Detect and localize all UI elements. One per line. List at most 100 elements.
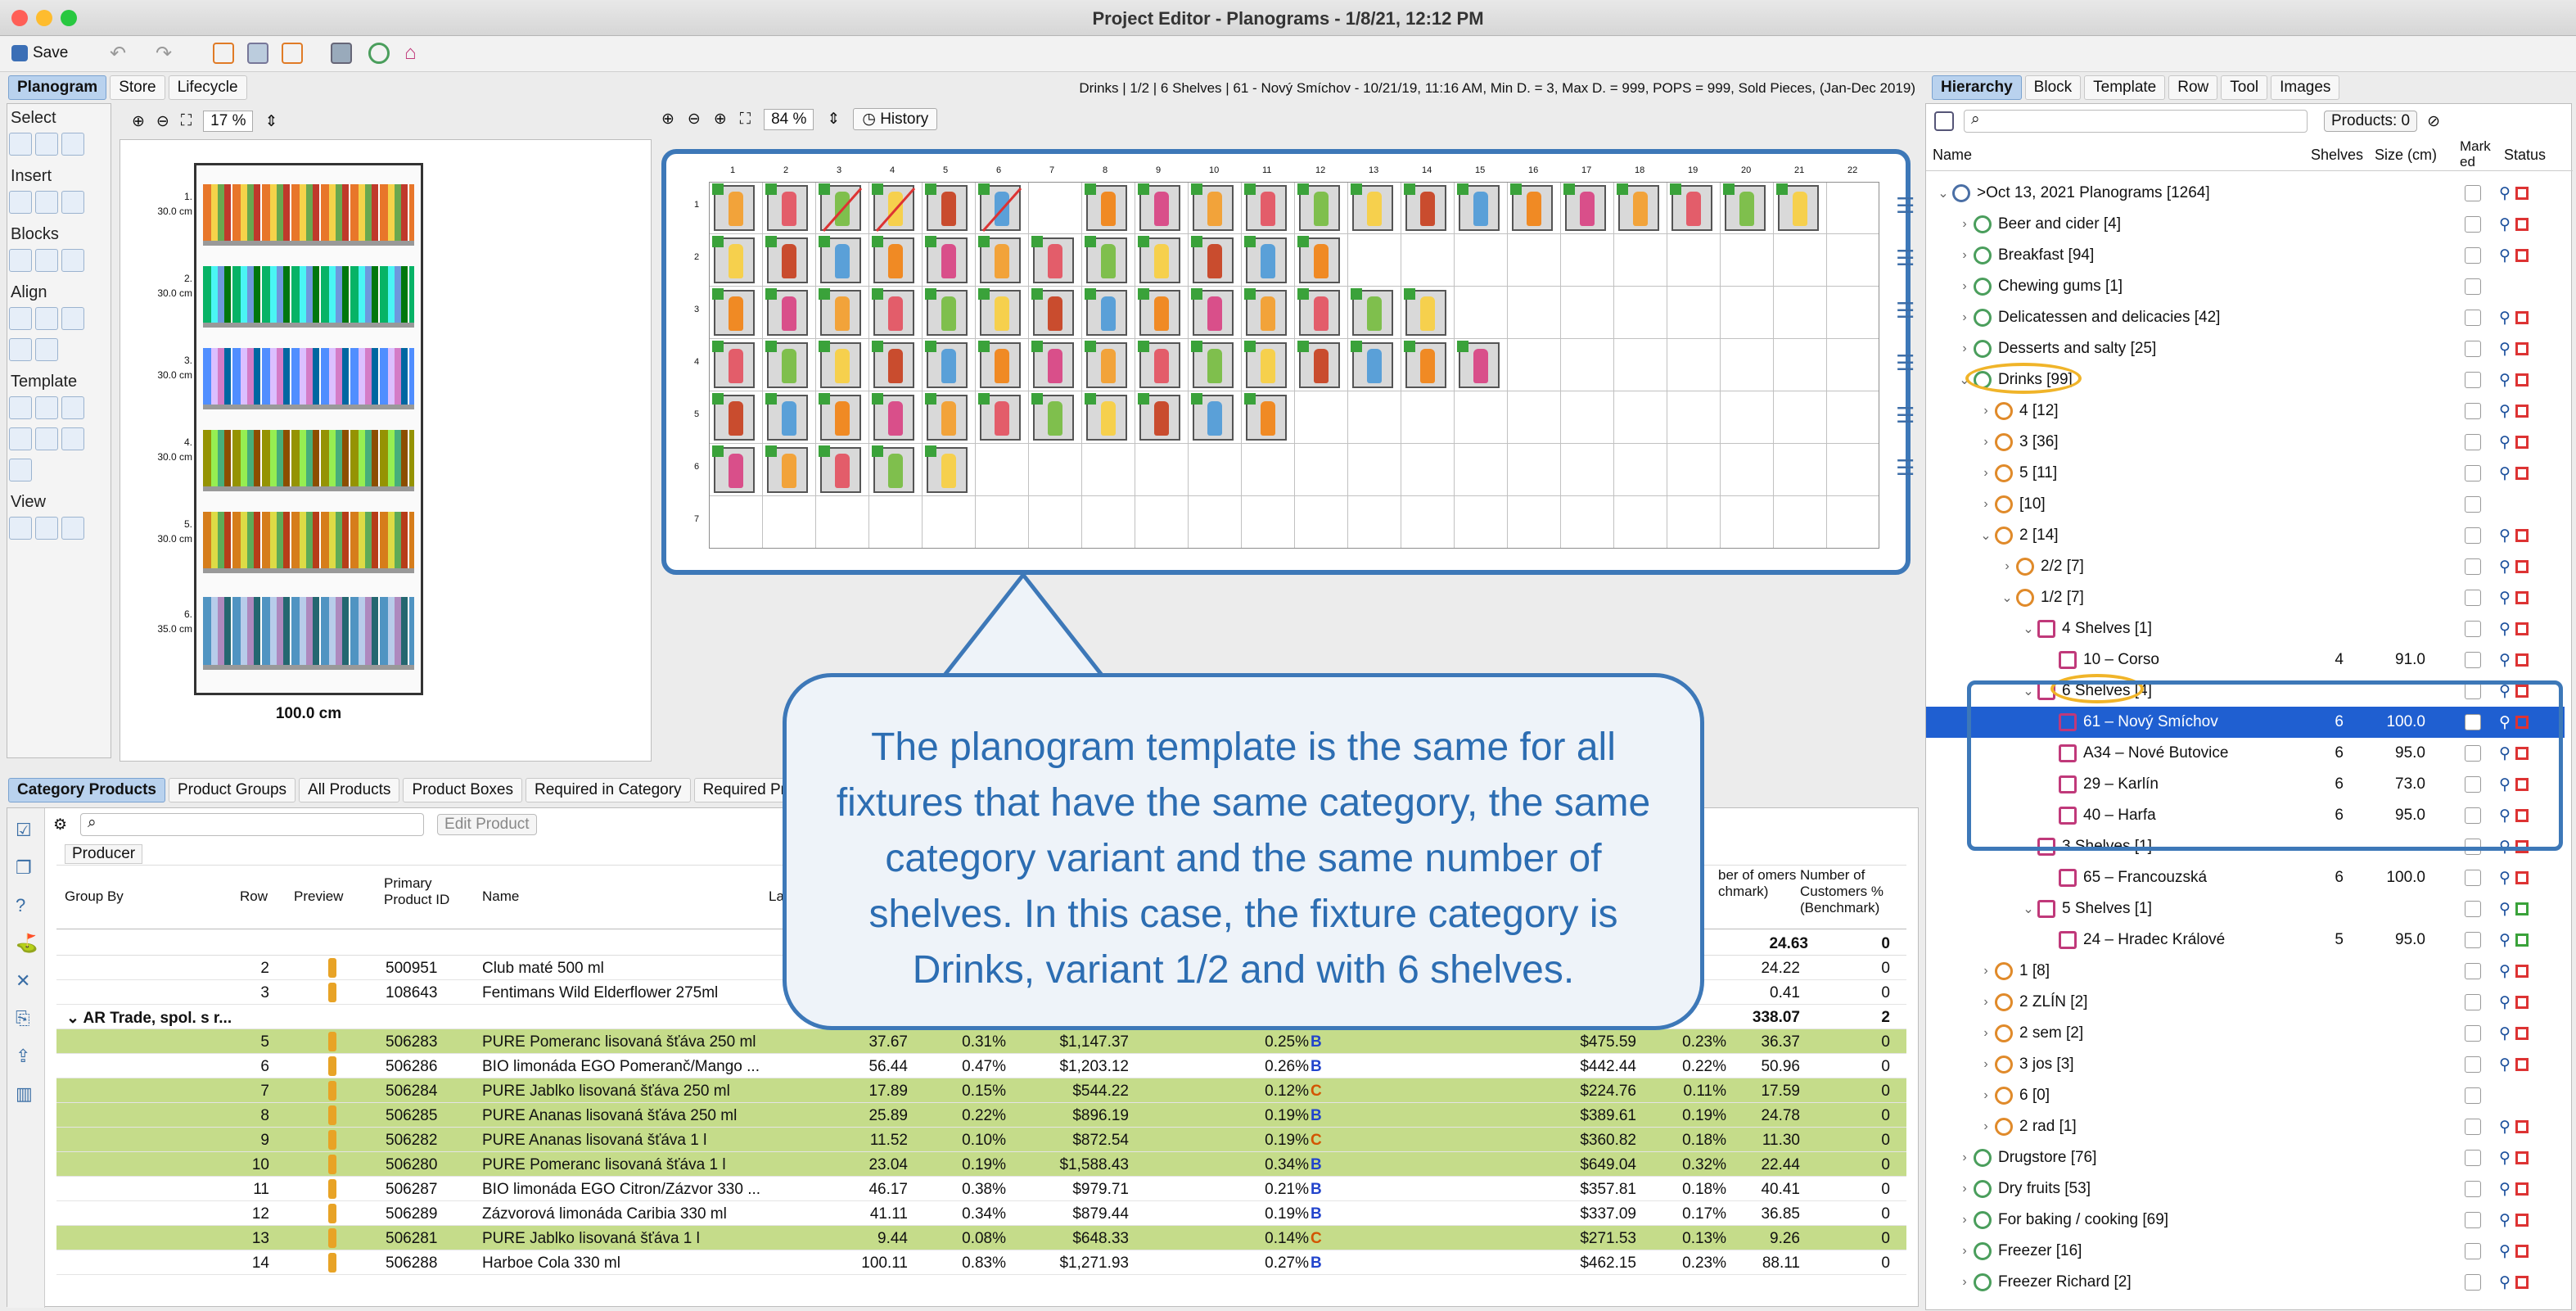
fit-icon[interactable]: ⛶ [181,112,192,130]
grid-zoom-stepper-icon[interactable]: ⇕ [827,110,840,129]
product-slot[interactable] [1191,288,1234,336]
chevron-right-icon[interactable]: › [1956,341,1974,356]
hierarchy-row[interactable]: › Beer and cider [4] ⚲ [1926,209,2565,240]
marked-checkbox[interactable] [2465,1119,2481,1135]
template-warning-button[interactable] [9,459,32,481]
product-slot[interactable] [1297,288,1340,336]
product-slot[interactable] [925,183,968,231]
col-shelves[interactable]: Shelves [2311,147,2363,164]
marked-checkbox[interactable] [2465,465,2481,481]
marked-checkbox[interactable] [2465,216,2481,233]
multi-select-button[interactable] [35,133,58,156]
row-menu-icon[interactable]: ☰ [1896,246,1915,271]
hierarchy-row[interactable]: › Freezer Richard [2] ⚲ [1926,1267,2565,1298]
tab-planogram[interactable]: Planogram [8,75,107,100]
hierarchy-row[interactable]: › Delicatessen and delicacies [42] ⚲ [1926,302,2565,333]
product-slot[interactable] [1031,236,1074,283]
template-5-button[interactable] [35,427,58,450]
marked-checkbox[interactable] [2465,403,2481,419]
tab-store[interactable]: Store [110,75,165,100]
chevron-right-icon[interactable]: › [1956,1151,1974,1165]
row-menu-icon[interactable]: ☰ [1896,403,1915,428]
tab-required-in-category[interactable]: Required in Category [526,778,691,802]
grid-fit-icon[interactable]: ⛶ [740,111,751,129]
hierarchy-row[interactable]: › 1 [8] ⚲ [1926,956,2565,987]
grid-zoom-out-icon[interactable]: ⊖ [688,110,701,129]
chevron-right-icon[interactable]: › [1956,1182,1974,1196]
product-slot[interactable] [872,288,914,336]
tab-product-groups[interactable]: Product Groups [168,778,296,802]
product-slot[interactable] [1085,393,1127,441]
product-slot[interactable] [1191,393,1234,441]
product-slot[interactable] [1776,183,1819,231]
view-list-button[interactable] [61,517,84,540]
product-slot[interactable] [712,183,755,231]
tab-tool[interactable]: Tool [2221,75,2268,100]
product-slot[interactable] [1244,288,1287,336]
insert-product-button[interactable] [35,191,58,214]
tab-all-products[interactable]: All Products [299,778,400,802]
hierarchy-row[interactable]: › 3 jos [3] ⚲ [1926,1049,2565,1080]
chevron-right-icon[interactable]: › [1977,1119,1995,1134]
product-slot[interactable] [712,236,755,283]
template-3-button[interactable] [61,396,84,419]
store-icon[interactable]: ⌂ [404,41,417,66]
preview-zoom-field[interactable]: 17 % [203,111,254,132]
col-status[interactable]: Status [2504,147,2546,164]
product-slot[interactable] [765,445,808,493]
product-slot[interactable] [1510,183,1553,231]
marked-checkbox[interactable] [2465,870,2481,886]
product-slot[interactable] [925,288,968,336]
product-slot[interactable] [978,393,1021,441]
table-row[interactable]: 14 506288 Harboe Cola 330 ml 100.11 0.83% $1,… [56,1250,1906,1275]
chevron-down-icon[interactable]: ⌄ [2019,621,2037,637]
marked-checkbox[interactable] [2465,341,2481,357]
table-row[interactable]: 8 506285 PURE Ananas lisovaná šťáva 250 ml… [56,1103,1906,1128]
marked-checkbox[interactable] [2465,932,2481,948]
chevron-right-icon[interactable]: › [1977,1088,1995,1103]
align-center-button[interactable] [35,307,58,330]
product-slot[interactable] [1297,236,1340,283]
product-slot[interactable] [1297,183,1340,231]
product-slot[interactable] [1723,183,1766,231]
row-menu-icon[interactable]: ☰ [1896,298,1915,323]
grid-view-icon[interactable] [247,41,268,66]
planogram-view-icon[interactable] [213,41,234,66]
product-slot[interactable] [819,236,861,283]
product-slot[interactable] [925,393,968,441]
fixture-thumbnail[interactable] [194,163,423,695]
col-primary-id[interactable]: Primary Product ID [384,875,474,908]
block-split-button[interactable] [35,249,58,272]
product-slot[interactable] [1031,288,1074,336]
history-button[interactable]: ◷ History [853,108,938,130]
chevron-right-icon[interactable]: › [1956,248,1974,263]
marked-checkbox[interactable] [2465,1150,2481,1166]
align-left-button[interactable] [9,307,32,330]
hierarchy-row[interactable]: ⌄ >Oct 13, 2021 Planograms [1264] ⚲ [1926,178,2565,209]
table-settings-icon[interactable]: ⚙ [53,816,67,834]
grid-zoom-in-icon[interactable]: ⊕ [661,110,674,129]
chevron-right-icon[interactable]: › [1956,217,1974,232]
product-slot[interactable] [1244,393,1287,441]
chevron-down-icon[interactable]: ⌄ [1934,185,1952,201]
product-slot[interactable] [872,445,914,493]
product-slot[interactable] [1244,341,1287,388]
col-size[interactable]: Size (cm) [2375,147,2437,164]
hierarchy-row[interactable]: › Chewing gums [1] [1926,271,2565,302]
product-search-input[interactable]: ⌕ [80,813,425,836]
col-name[interactable]: Name [1933,147,1972,164]
marked-checkbox[interactable] [2465,621,2481,637]
product-slot[interactable] [712,341,755,388]
product-slot[interactable] [765,236,808,283]
chevron-right-icon[interactable]: › [1977,435,1995,450]
hierarchy-row[interactable]: › Desserts and salty [25] ⚲ [1926,333,2565,364]
product-slot[interactable] [1404,288,1446,336]
product-slot[interactable] [978,288,1021,336]
product-slot[interactable] [1138,393,1180,441]
chevron-down-icon[interactable]: ⌄ [2019,901,2037,917]
tab-row[interactable]: Row [2168,75,2218,100]
marked-checkbox[interactable] [2465,1212,2481,1228]
product-slot[interactable] [1297,341,1340,388]
marked-checkbox[interactable] [2465,994,2481,1010]
product-slot[interactable] [978,183,1022,232]
